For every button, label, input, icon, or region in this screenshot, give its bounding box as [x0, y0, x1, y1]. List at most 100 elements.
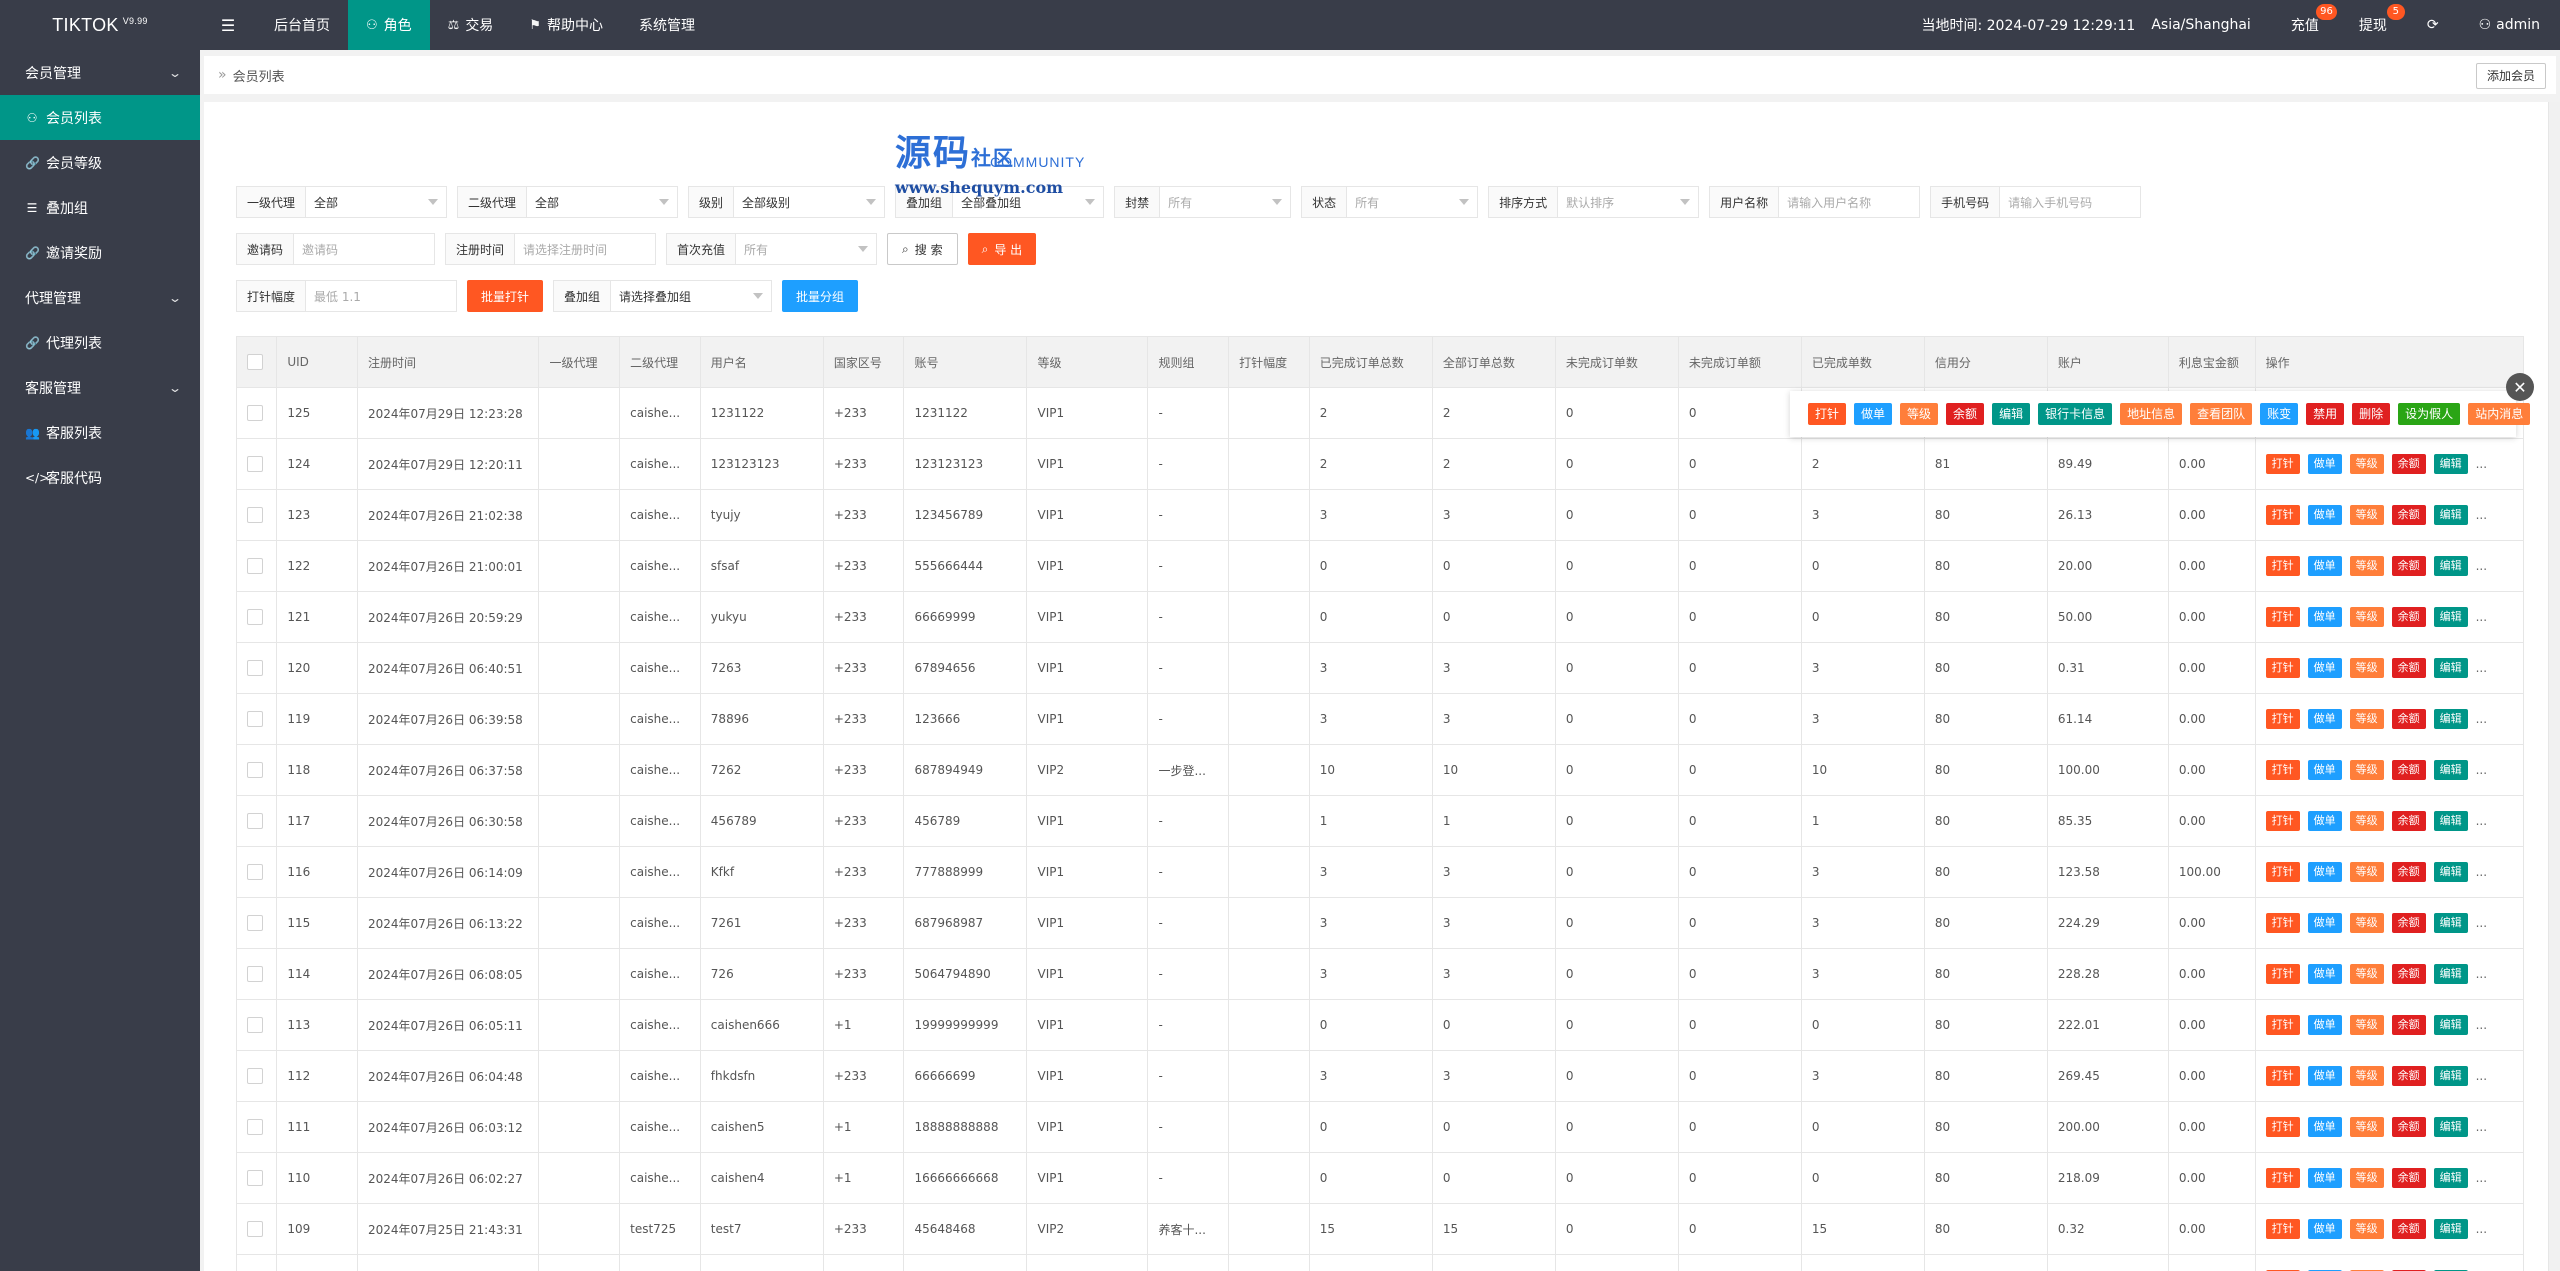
table-row[interactable]: 122 2024年07月26日 21:00:01 caishe... sfsaf +23…: [235, 540, 2525, 592]
row-checkbox[interactable]: [247, 1017, 263, 1033]
row-action-button[interactable]: 等级: [2349, 811, 2384, 831]
row-action-button[interactable]: 打针: [2265, 1117, 2300, 1137]
menu-toggle-icon[interactable]: ☰: [200, 0, 256, 50]
row-action-button[interactable]: 做单: [2307, 862, 2342, 882]
row-checkbox[interactable]: [247, 558, 263, 574]
row-action-button[interactable]: 打针: [2265, 1015, 2300, 1035]
more-actions-icon[interactable]: ...: [2476, 508, 2487, 522]
row-action-button[interactable]: 编辑: [2433, 505, 2468, 525]
row-action-button[interactable]: 等级: [2349, 913, 2384, 933]
sidebar-item-0-1[interactable]: 🔗 会员等级: [0, 140, 200, 185]
row-action-button[interactable]: 编辑: [2433, 1168, 2468, 1188]
row-action-button[interactable]: 等级: [2349, 454, 2384, 474]
popup-action-button[interactable]: 打针: [1808, 403, 1847, 425]
search-button[interactable]: ⌕ 搜 索: [887, 233, 958, 265]
row-action-button[interactable]: 编辑: [2433, 1117, 2468, 1137]
filter-select[interactable]: 全部级别: [734, 187, 885, 217]
popup-action-button[interactable]: 查看团队: [2190, 403, 2253, 425]
row-checkbox[interactable]: [247, 405, 263, 421]
row-action-button[interactable]: 余额: [2391, 760, 2426, 780]
row-action-button[interactable]: 做单: [2307, 454, 2342, 474]
row-action-button[interactable]: 做单: [2307, 1015, 2342, 1035]
row-action-button[interactable]: 编辑: [2433, 862, 2468, 882]
row-action-button[interactable]: 等级: [2349, 709, 2384, 729]
topnav-item-1[interactable]: ⚇ 角色: [348, 0, 430, 50]
row-action-button[interactable]: 做单: [2307, 556, 2342, 576]
row-action-button[interactable]: 等级: [2349, 607, 2384, 627]
row-action-button[interactable]: 余额: [2391, 505, 2426, 525]
row-action-button[interactable]: 余额: [2391, 607, 2426, 627]
row-checkbox[interactable]: [247, 711, 263, 727]
filter-input[interactable]: 邀请码: [294, 234, 435, 264]
row-checkbox[interactable]: [247, 1221, 263, 1237]
more-actions-icon[interactable]: ...: [2476, 1018, 2487, 1032]
filter-select[interactable]: 所有: [1160, 187, 1291, 217]
row-action-button[interactable]: 编辑: [2433, 964, 2468, 984]
more-actions-icon[interactable]: ...: [2476, 712, 2487, 726]
row-action-button[interactable]: 编辑: [2433, 913, 2468, 933]
add-member-button[interactable]: 添加会员: [2475, 63, 2546, 89]
row-action-button[interactable]: 等级: [2349, 862, 2384, 882]
more-actions-icon[interactable]: ...: [2476, 457, 2487, 471]
row-action-button[interactable]: 等级: [2349, 1015, 2384, 1035]
row-action-button[interactable]: 等级: [2349, 1117, 2384, 1137]
row-action-button[interactable]: 打针: [2265, 1219, 2300, 1239]
table-row[interactable]: 1082024年07月25日 21:40:14 dTest+23313800138…: [235, 1254, 2525, 1271]
filter-select[interactable]: 全部: [527, 187, 678, 217]
table-row[interactable]: 124 2024年07月29日 12:20:11 caishe... 12312312…: [235, 438, 2525, 490]
row-action-button[interactable]: 编辑: [2433, 1066, 2468, 1086]
row-action-button[interactable]: 打针: [2265, 760, 2300, 780]
row-action-button[interactable]: 余额: [2391, 1168, 2426, 1188]
more-actions-icon[interactable]: ...: [2476, 661, 2487, 675]
admin-menu[interactable]: ⚇ admin: [2459, 0, 2560, 50]
batch-group-button[interactable]: 批量分组: [782, 280, 859, 312]
row-checkbox[interactable]: [247, 813, 263, 829]
table-row[interactable]: 111 2024年07月26日 06:03:12 caishe... caishen5…: [235, 1101, 2525, 1153]
table-row[interactable]: 109 2024年07月25日 21:43:31 test725 test7 +233 4…: [235, 1203, 2525, 1255]
popup-action-button[interactable]: 删除: [2352, 403, 2391, 425]
row-action-button[interactable]: 打针: [2265, 454, 2300, 474]
sidebar-group-2[interactable]: 客服管理 ⌄: [0, 365, 200, 410]
table-row[interactable]: 119 2024年07月26日 06:39:58 caishe... 78896 +23…: [235, 693, 2525, 745]
row-action-button[interactable]: 编辑: [2433, 556, 2468, 576]
row-action-button[interactable]: 编辑: [2433, 709, 2468, 729]
more-actions-icon[interactable]: ...: [2476, 1069, 2487, 1083]
refresh-icon[interactable]: ⟳: [2407, 0, 2459, 50]
row-action-button[interactable]: 余额: [2391, 1066, 2426, 1086]
filter-select[interactable]: 所有: [1347, 187, 1478, 217]
withdraw-link[interactable]: 提现 5: [2339, 0, 2407, 50]
table-row[interactable]: 116 2024年07月26日 06:14:09 caishe... Kfkf +233…: [235, 846, 2525, 898]
more-actions-icon[interactable]: ...: [2476, 763, 2487, 777]
app-logo[interactable]: TIKTOK V9.99: [0, 0, 200, 50]
topnav-item-4[interactable]: 系统管理: [621, 0, 713, 50]
page-scrollbar[interactable]: [2548, 102, 2560, 1271]
row-action-button[interactable]: 等级: [2349, 1066, 2384, 1086]
table-row[interactable]: 110 2024年07月26日 06:02:27 caishe... caishen4…: [235, 1152, 2525, 1204]
row-action-button[interactable]: 打针: [2265, 964, 2300, 984]
row-action-button[interactable]: 做单: [2307, 913, 2342, 933]
row-checkbox[interactable]: [247, 1119, 263, 1135]
row-action-button[interactable]: 做单: [2307, 1168, 2342, 1188]
row-action-button[interactable]: 编辑: [2433, 607, 2468, 627]
row-action-button[interactable]: 余额: [2391, 1015, 2426, 1035]
popup-action-button[interactable]: 地址信息: [2120, 403, 2183, 425]
topnav-item-3[interactable]: ⚑ 帮助中心: [511, 0, 621, 50]
row-action-button[interactable]: 余额: [2391, 964, 2426, 984]
row-action-button[interactable]: 等级: [2349, 556, 2384, 576]
row-action-button[interactable]: 打针: [2265, 1168, 2300, 1188]
popup-close-icon[interactable]: ✕: [2506, 373, 2534, 401]
row-action-button[interactable]: 做单: [2307, 1117, 2342, 1137]
rate-input[interactable]: 最低 1.1: [306, 281, 457, 311]
group-select[interactable]: 请选择叠加组: [611, 281, 772, 311]
row-action-button[interactable]: 编辑: [2433, 1015, 2468, 1035]
row-action-button[interactable]: 编辑: [2433, 454, 2468, 474]
batch-rate-button[interactable]: 批量打针: [467, 280, 544, 312]
popup-action-button[interactable]: 等级: [1900, 403, 1939, 425]
sidebar-item-2-1[interactable]: </> 客服代码: [0, 455, 200, 500]
popup-action-button[interactable]: 禁用: [2306, 403, 2345, 425]
row-checkbox[interactable]: [247, 660, 263, 676]
row-action-button[interactable]: 等级: [2349, 760, 2384, 780]
more-actions-icon[interactable]: ...: [2476, 865, 2487, 879]
row-action-button[interactable]: 等级: [2349, 505, 2384, 525]
topnav-item-2[interactable]: ⚖ 交易: [430, 0, 512, 50]
